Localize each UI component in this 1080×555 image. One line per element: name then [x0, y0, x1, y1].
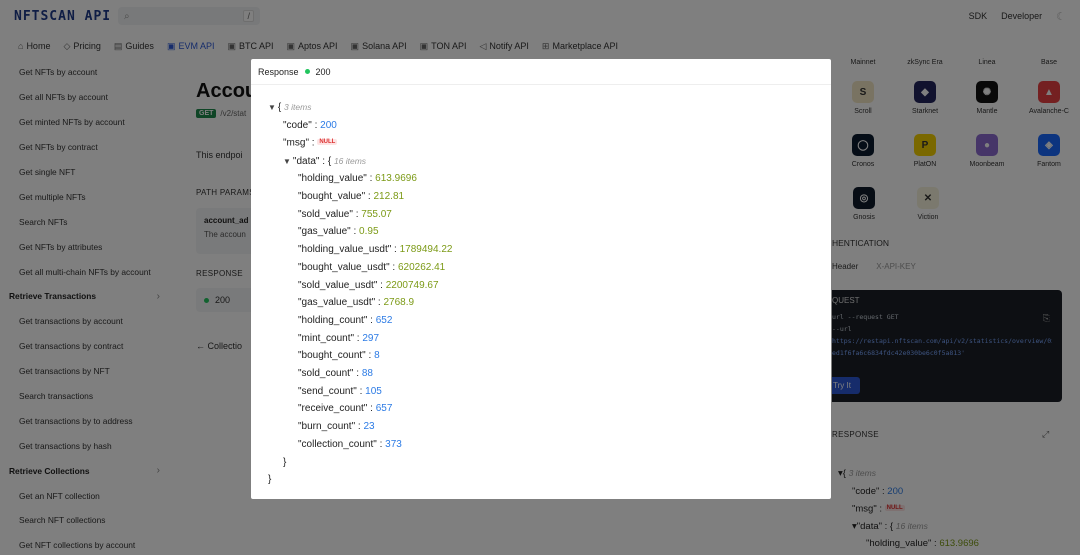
json-field-row: "receive_count" : 657: [298, 403, 393, 415]
json-value: 0.95: [359, 226, 379, 238]
json-key: "collection_count": [298, 438, 377, 450]
json-field-row: "holding_count" : 652: [298, 314, 393, 326]
json-field-row: "gas_value_usdt" : 2768.9: [298, 297, 415, 309]
json-key: "data": [292, 155, 320, 167]
json-field-row: "bought_value_usdt" : 620262.41: [298, 261, 446, 273]
json-field-row: "gas_value" : 0.95: [298, 226, 379, 238]
json-field-row: "mint_count" : 297: [298, 332, 380, 344]
modal-title: Response: [258, 66, 299, 77]
json-key: "sold_value": [298, 208, 353, 220]
json-field-row: "sold_count" : 88: [298, 368, 373, 380]
json-key: "holding_value": [298, 173, 367, 185]
json-value: 620262.41: [397, 261, 446, 273]
json-key: "holding_count": [298, 314, 368, 326]
json-value: 2200749.67: [385, 279, 439, 291]
json-value: 373: [385, 438, 402, 450]
json-key: "bought_count": [298, 350, 366, 362]
json-key: "code": [283, 119, 312, 131]
json-key: "gas_value": [298, 226, 351, 238]
modal-status-code: 200: [315, 66, 331, 77]
json-key: "burn_count": [298, 421, 356, 433]
json-value: 88: [361, 368, 373, 380]
json-close-brace: }: [283, 456, 287, 468]
json-field-row: "sold_value" : 755.07: [298, 208, 392, 220]
caret-down-icon[interactable]: ▼: [268, 103, 276, 112]
json-key: "sold_count": [298, 368, 354, 380]
json-field-row: "bought_count" : 8: [298, 350, 380, 362]
json-key: "gas_value_usdt": [298, 297, 376, 309]
json-value: 652: [375, 314, 393, 326]
json-field-row: "burn_count" : 23: [298, 421, 375, 433]
item-count: 3 items: [284, 102, 312, 112]
json-key: "send_count": [298, 385, 357, 397]
json-value: 2768.9: [383, 297, 415, 309]
json-value: 212.81: [373, 191, 405, 203]
json-field-row: "holding_value_usdt" : 1789494.22: [298, 244, 453, 256]
json-key: "holding_value_usdt": [298, 244, 392, 256]
json-key: "bought_value_usdt": [298, 261, 390, 273]
json-value: 755.07: [361, 208, 392, 220]
json-value: 657: [375, 403, 393, 415]
json-field-row: "holding_value" : 613.9696: [298, 173, 417, 185]
json-value: 105: [365, 385, 382, 397]
json-key: "receive_count": [298, 403, 368, 415]
status-dot-icon: [304, 69, 310, 74]
json-value: 23: [363, 421, 375, 433]
item-count: 16 items: [333, 155, 367, 166]
json-field-row: "bought_value" : 212.81: [298, 191, 405, 203]
json-key: "sold_value_usdt": [298, 279, 378, 291]
json-value: 613.9696: [375, 173, 417, 185]
modal-header: Response 200: [251, 59, 831, 85]
json-key: "msg": [283, 137, 309, 149]
json-close-brace: }: [268, 474, 272, 486]
response-modal: Response 200 ▼{ 3 items "code" : 200 "ms…: [251, 59, 831, 499]
json-value: 8: [374, 350, 380, 362]
data-fields: "holding_value" : 613.9696 "bought_value"…: [268, 170, 452, 453]
json-viewer: ▼{ 3 items "code" : 200 "msg" : NULL ▼ "d…: [268, 99, 452, 489]
null-badge: NULL: [317, 139, 338, 146]
json-value: 1789494.22: [399, 244, 453, 256]
json-field-row: "sold_value_usdt" : 2200749.67: [298, 279, 439, 291]
json-key: "mint_count": [298, 332, 355, 344]
json-field-row: "collection_count" : 373: [298, 438, 402, 450]
json-value: 297: [362, 332, 380, 344]
json-key: "bought_value": [298, 191, 366, 203]
json-field-row: "send_count" : 105: [298, 385, 382, 397]
caret-down-icon[interactable]: ▼: [283, 157, 291, 166]
json-value: 200: [320, 119, 337, 131]
